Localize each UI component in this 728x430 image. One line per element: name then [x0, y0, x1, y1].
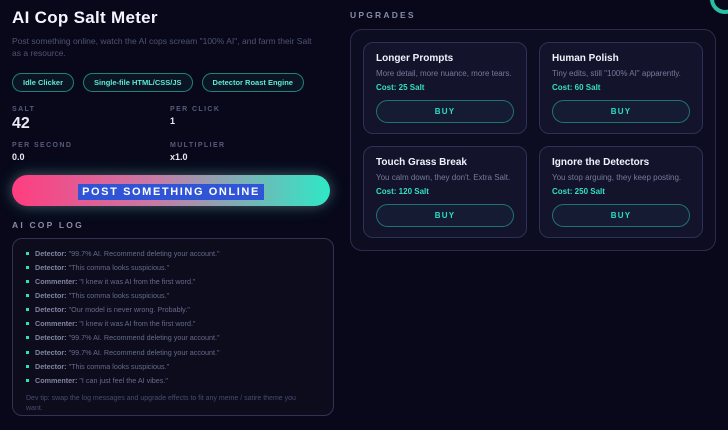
log-entry: Detector: "99.7% AI. Recommend deleting … — [26, 334, 320, 343]
log-message: "This comma looks suspicious." — [68, 262, 170, 272]
upgrades-title: UPGRADES — [350, 10, 416, 20]
log-source: Detector: — [35, 291, 67, 301]
upgrades-grid: Longer Prompts More detail, more nuance,… — [363, 42, 703, 239]
stat-per-second-value: 0.0 — [12, 151, 25, 162]
log-source: Detector: — [35, 305, 67, 315]
buy-button-ignore-the-detectors[interactable]: BUY — [552, 204, 690, 228]
upgrade-cost: Cost: 60 Salt — [552, 83, 601, 93]
log-bullet-icon — [26, 350, 29, 354]
log-entry: Detector: "This comma looks suspicious." — [26, 291, 320, 301]
buy-button-touch-grass-break[interactable]: BUY — [376, 204, 514, 228]
log-source: Commenter: — [35, 375, 78, 385]
log-message: "This comma looks suspicious." — [68, 361, 170, 371]
log-message: "99.7% AI. Recommend deleting your accou… — [68, 248, 220, 258]
log-message: "I knew it was AI from the first word." — [79, 319, 196, 329]
upgrade-name: Ignore the Detectors — [552, 157, 650, 169]
stat-salt-label: SALT — [12, 105, 36, 113]
log-bullet-icon — [26, 322, 29, 326]
log-source: Detector: — [35, 333, 67, 343]
log-bullet-icon — [26, 294, 29, 298]
badge-row: Idle Clicker Single-file HTML/CSS/JS Det… — [12, 72, 334, 92]
stat-per-second: PER SECOND 0.0 — [12, 142, 170, 162]
log-entry: Detector: "This comma looks suspicious." — [26, 361, 320, 372]
log-message: "I can just feel the AI vibes." — [79, 375, 168, 385]
upgrade-card-ignore-the-detectors: Ignore the Detectors You stop arguing, t… — [539, 146, 703, 239]
log-source: Detector: — [35, 262, 67, 272]
log-bullet-icon — [26, 336, 29, 340]
log-entry: Detector: "Our model is never wrong. Pro… — [26, 305, 320, 315]
stat-per-click-value: 1 — [170, 115, 176, 126]
log-entry: Commenter: "I knew it was AI from the fi… — [26, 276, 320, 287]
log-entry: Detector: "This comma looks suspicious." — [26, 262, 320, 273]
stat-salt: SALT 42 — [12, 106, 170, 133]
log-bullet-icon — [26, 279, 29, 283]
log-source: Detector: — [35, 248, 67, 258]
log-source: Commenter: — [35, 319, 78, 329]
stats-grid: SALT 42 PER CLICK 1 PER SECOND 0.0 MULTI… — [12, 106, 334, 162]
stat-multiplier-value: x1.0 — [170, 151, 188, 162]
log-bullet-icon — [26, 308, 29, 312]
stat-multiplier: MULTIPLIER x1.0 — [170, 142, 334, 162]
post-something-online-button[interactable]: POST SOMETHING ONLINE — [12, 174, 330, 206]
upgrade-description: More detail, more nuance, more tears. — [376, 69, 512, 78]
log-source: Detector: — [35, 361, 67, 371]
ai-cop-log-title: AI COP LOG — [12, 219, 84, 230]
upgrade-name: Human Polish — [552, 53, 619, 64]
stat-multiplier-label: MULTIPLIER — [170, 141, 226, 149]
upgrade-card-human-polish: Human Polish Tiny edits, still "100% AI"… — [539, 42, 703, 135]
log-message: "99.7% AI. Recommend deleting your accou… — [68, 347, 220, 357]
stat-per-second-label: PER SECOND — [12, 141, 73, 149]
ai-cop-log-panel: Detector: "99.7% AI. Recommend deleting … — [12, 237, 334, 416]
badge-single-file: Single-file HTML/CSS/JS — [83, 72, 193, 92]
log-bullet-icon — [26, 378, 29, 382]
upgrade-cost: Cost: 250 Salt — [552, 187, 605, 197]
upgrade-card-touch-grass-break: Touch Grass Break You calm down, they do… — [363, 146, 527, 239]
upgrade-name: Longer Prompts — [376, 53, 454, 64]
post-button-label: POST SOMETHING ONLINE — [78, 183, 264, 200]
log-entry: Detector: "99.7% AI. Recommend deleting … — [26, 347, 320, 358]
log-bullet-icon — [26, 251, 29, 255]
upgrade-cost: Cost: 25 Salt — [376, 83, 425, 93]
log-message: "This comma looks suspicious." — [68, 291, 170, 301]
main-panel: AI Cop Salt Meter Post something online,… — [12, 8, 334, 416]
buy-button-longer-prompts[interactable]: BUY — [376, 100, 514, 124]
stat-per-click-label: PER CLICK — [170, 105, 221, 113]
upgrade-name: Touch Grass Break — [376, 157, 467, 169]
upgrade-description: You stop arguing, they keep posting. — [552, 173, 682, 183]
log-entry: Commenter: "I knew it was AI from the fi… — [26, 320, 320, 329]
upgrades-section: UPGRADES Longer Prompts More detail, mor… — [350, 10, 716, 252]
badge-idle-clicker: Idle Clicker — [12, 72, 75, 92]
buy-button-human-polish[interactable]: BUY — [552, 100, 690, 124]
log-entry: Detector: "99.7% AI. Recommend deleting … — [26, 248, 320, 259]
badge-roast-engine: Detector Roast Engine — [201, 72, 304, 92]
page-title: AI Cop Salt Meter — [12, 8, 158, 27]
upgrade-description: You calm down, they don't. Extra Salt. — [376, 173, 511, 183]
dev-tip-note: Dev tip: swap the log messages and upgra… — [26, 394, 296, 413]
upgrades-panel: Longer Prompts More detail, more nuance,… — [350, 29, 716, 252]
log-bullet-icon — [26, 364, 29, 368]
log-message: "Our model is never wrong. Probably." — [68, 305, 190, 315]
stat-per-click: PER CLICK 1 — [170, 106, 334, 133]
page-subtitle: Post something online, watch the AI cops… — [12, 36, 312, 59]
log-message: "99.7% AI. Recommend deleting your accou… — [68, 333, 220, 343]
stat-salt-value: 42 — [12, 114, 30, 132]
log-source: Detector: — [35, 347, 67, 357]
log-source: Commenter: — [35, 276, 78, 286]
log-bullet-icon — [26, 265, 29, 269]
upgrade-card-longer-prompts: Longer Prompts More detail, more nuance,… — [363, 42, 527, 135]
upgrade-cost: Cost: 120 Salt — [376, 187, 429, 197]
upgrade-description: Tiny edits, still "100% AI" apparently. — [552, 69, 681, 78]
log-message: "I knew it was AI from the first word." — [79, 276, 196, 286]
log-entry: Commenter: "I can just feel the AI vibes… — [26, 375, 320, 386]
